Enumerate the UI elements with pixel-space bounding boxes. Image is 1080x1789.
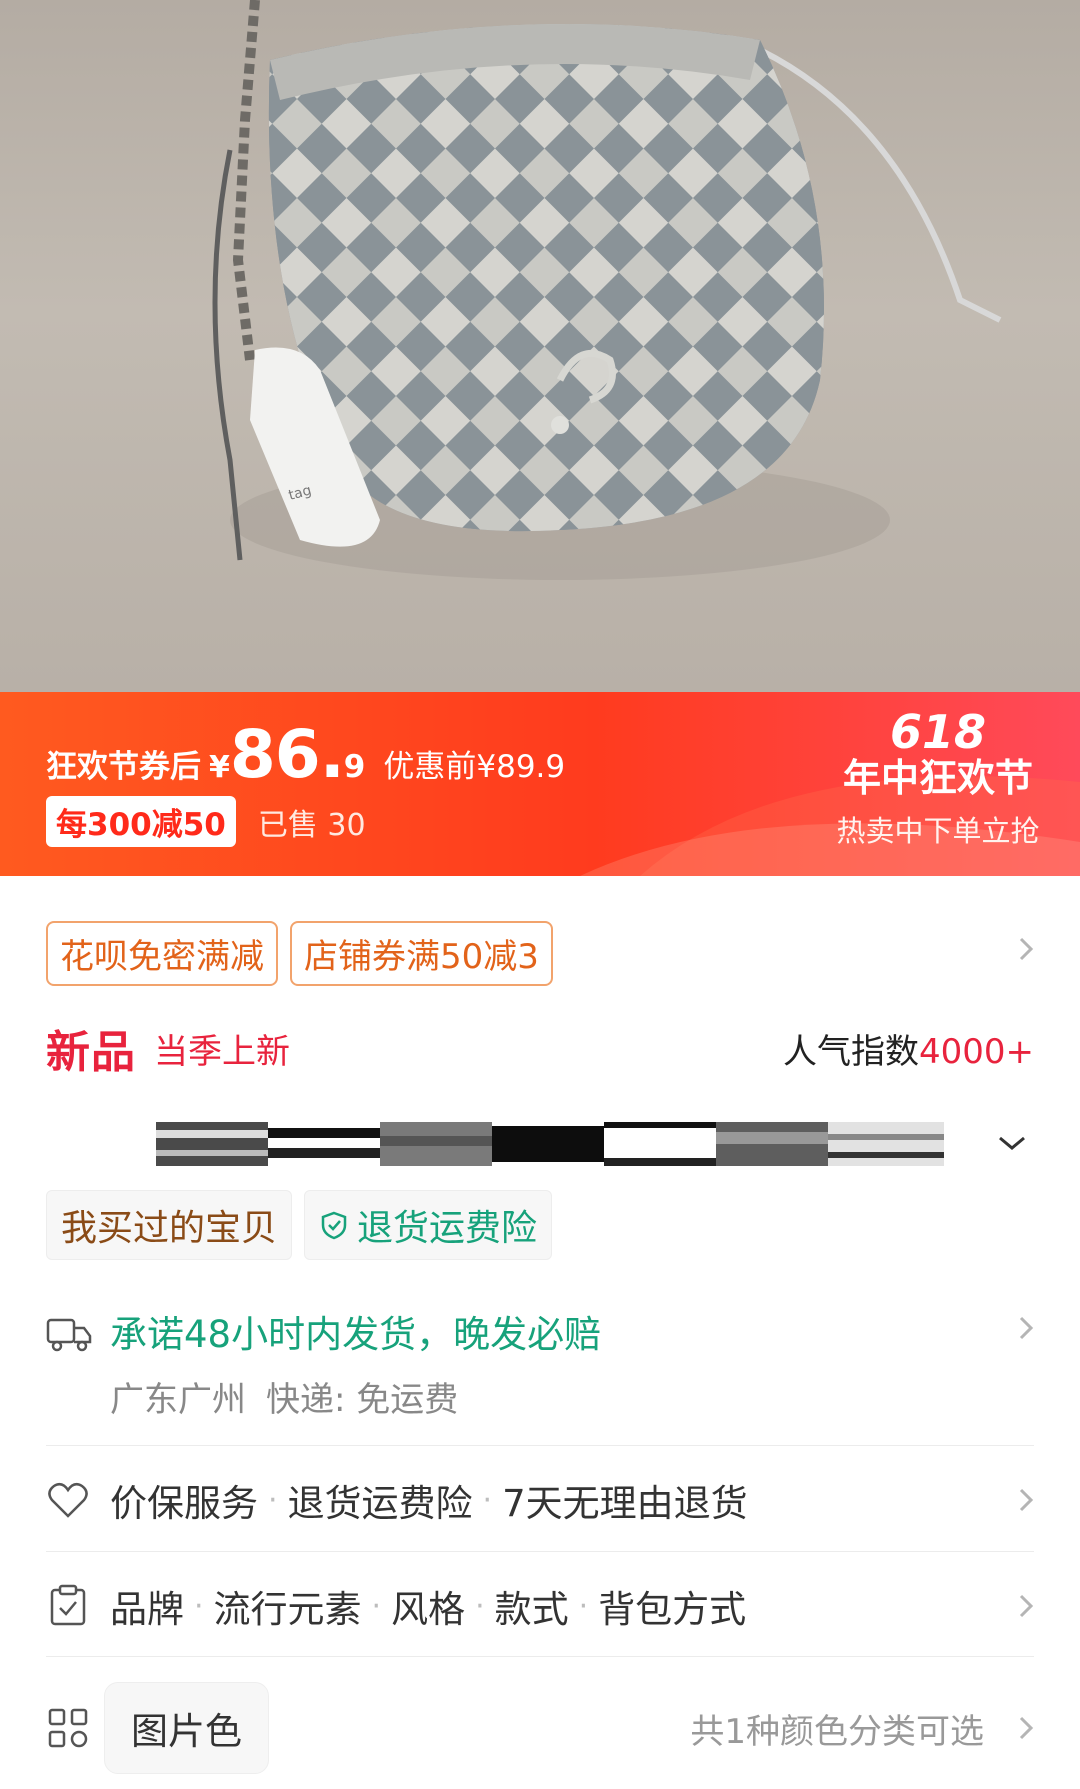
coupon-tag[interactable]: 花呗免密满减 [46, 921, 278, 986]
divider [46, 1551, 1034, 1552]
shipping-promise: 承诺48小时内发货，晚发必赔 [110, 1313, 602, 1356]
festival-title: 年中狂欢节 [842, 756, 1033, 801]
params-items: 品牌 · 流行元素 · 风格 · 款式 · 背包方式 [110, 1579, 746, 1633]
chevron-right-icon[interactable] [1012, 1314, 1040, 1342]
param-item: 背包方式 [598, 1588, 747, 1631]
color-selection-row[interactable]: 图片色 共1种颜色分类可选 [46, 1680, 1034, 1776]
shield-check-icon [321, 1211, 347, 1240]
heart-icon [48, 1482, 88, 1518]
truck-icon [46, 1318, 92, 1352]
new-arrival-row: 新品 当季上新 人气指数4000+ [46, 1018, 1034, 1078]
festival-badge[interactable]: 618 年中狂欢节 热卖中下单立抢 [818, 708, 1058, 850]
popularity-value: 4000+ [918, 1031, 1034, 1072]
return-insurance-tag[interactable]: 退货运费险 [304, 1190, 553, 1260]
promo-coupon-line: 每300减50 已售 30 [46, 796, 366, 847]
new-subtitle: 当季上新 [154, 1031, 290, 1072]
expand-title-chevron-down-icon[interactable] [994, 1130, 1030, 1154]
param-item: 品牌 [110, 1588, 184, 1631]
color-count: 共1种颜色分类可选 [690, 1711, 984, 1752]
promo-tag: 狂欢节券后 [46, 749, 201, 785]
chevron-right-icon[interactable] [1012, 1714, 1040, 1742]
chevron-right-icon[interactable] [1012, 1486, 1040, 1514]
chevron-right-icon[interactable] [1012, 935, 1040, 963]
price-currency: ¥ [209, 750, 230, 785]
product-photo: tag [212, 0, 1002, 580]
coupon-tag[interactable]: 店铺券满50减3 [290, 921, 553, 986]
price-integer: 86. [229, 716, 345, 793]
promo-price-line: 狂欢节券后 ¥ 86. 9 优惠前¥89.9 [46, 722, 565, 788]
guarantee-row[interactable]: 价保服务 · 退货运费险 · 7天无理由退货 [46, 1460, 1034, 1540]
return-insurance-label: 退货运费险 [357, 1208, 538, 1249]
chevron-right-icon[interactable] [1012, 1592, 1040, 1620]
param-item: 款式 [494, 1588, 569, 1631]
ship-from-location: 广东广州 [110, 1380, 246, 1420]
param-item: 风格 [391, 1588, 466, 1631]
service-tags: 我买过的宝贝 退货运费险 [46, 1190, 553, 1260]
product-image[interactable]: tag [0, 0, 1080, 692]
clipboard-check-icon [50, 1584, 86, 1626]
params-row[interactable]: 品牌 · 流行元素 · 风格 · 款式 · 背包方式 [46, 1566, 1034, 1646]
price-decimal: 9 [343, 749, 366, 785]
new-badge: 新品 [46, 1027, 136, 1078]
sold-count: 已售 30 [257, 807, 366, 843]
shipping-info: 广东广州 快递: 免运费 [110, 1372, 458, 1421]
coupon-tags[interactable]: 花呗免密满减 店铺券满50减3 [46, 921, 553, 986]
guarantee-item: 退货运费险 [287, 1482, 473, 1525]
guarantee-item: 价保服务 [110, 1482, 258, 1525]
delivery-section[interactable]: 承诺48小时内发货，晚发必赔 广东广州 快递: 免运费 [46, 1300, 1034, 1430]
popularity-label: 人气指数 [782, 1031, 919, 1072]
guarantee-item: 7天无理由退货 [502, 1482, 748, 1525]
festival-number: 618 [889, 705, 987, 759]
festival-subtitle: 热卖中下单立抢 [836, 813, 1040, 848]
divider [46, 1656, 1034, 1657]
guarantee-items: 价保服务 · 退货运费险 · 7天无理由退货 [110, 1473, 748, 1527]
color-option-button[interactable]: 图片色 [104, 1682, 269, 1774]
original-price: 优惠前¥89.9 [383, 749, 566, 785]
bought-before-tag[interactable]: 我买过的宝贝 [46, 1190, 293, 1260]
promo-banner[interactable]: 狂欢节券后 ¥ 86. 9 优惠前¥89.9 每300减50 已售 30 618… [0, 692, 1080, 876]
param-item: 流行元素 [213, 1588, 362, 1631]
grid-icon [48, 1708, 88, 1748]
divider [46, 1445, 1034, 1446]
shipping-fee: 快递: 免运费 [266, 1380, 459, 1420]
redacted-product-title [156, 1122, 944, 1166]
popularity-index: 人气指数4000+ [783, 1024, 1034, 1073]
discount-badge: 每300减50 [46, 796, 236, 847]
